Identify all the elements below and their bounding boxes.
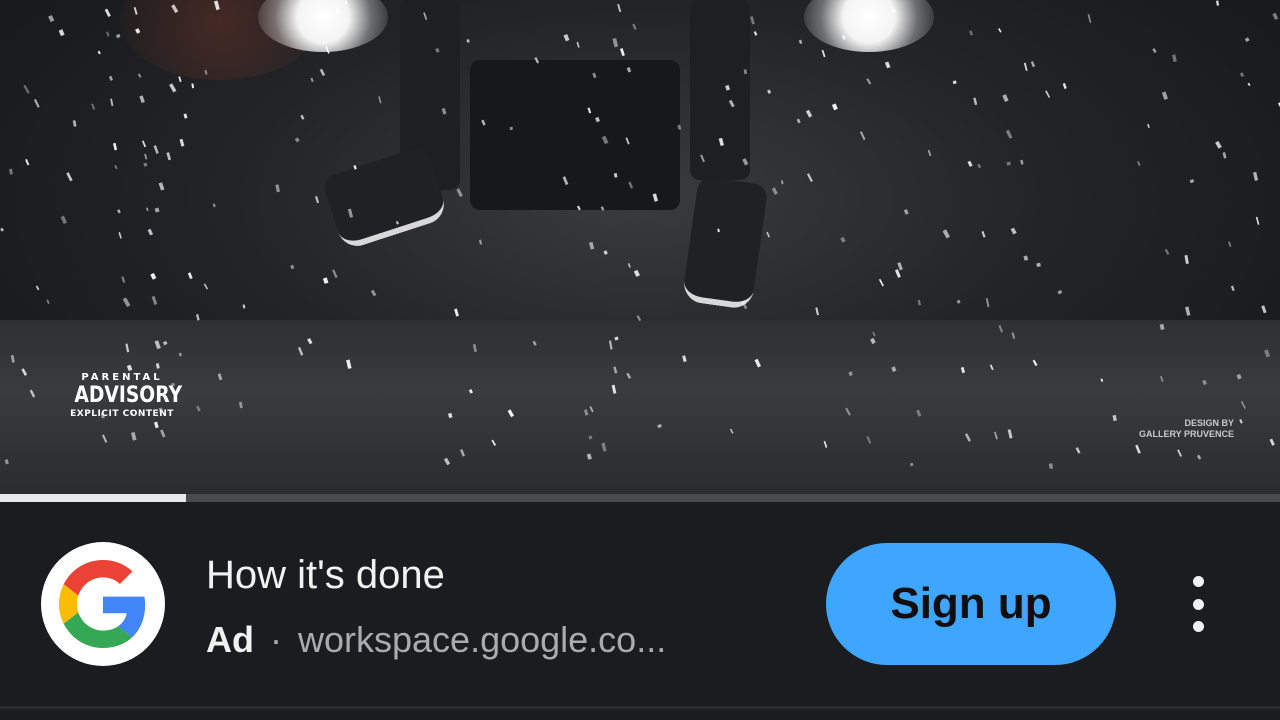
ad-domain[interactable]: workspace.google.co...: [298, 619, 666, 660]
advertiser-logo[interactable]: [41, 542, 165, 666]
credit-line-2: GALLERY PRUVENCE: [1138, 429, 1234, 439]
snow-particles: [0, 0, 1280, 470]
advisory-line-3: EXPLICIT CONTENT: [70, 409, 174, 419]
advisory-line-2: ADVISORY: [74, 383, 183, 408]
ad-badge: Ad: [206, 619, 254, 660]
ad-meta: Ad · workspace.google.co...: [206, 617, 666, 663]
google-g-icon: [59, 560, 146, 648]
credit-line-1: DESIGN BY: [1184, 418, 1234, 428]
video-progress-fill: [0, 494, 186, 502]
parental-advisory-label: PARENTAL ADVISORY EXPLICIT CONTENT: [66, 372, 183, 419]
more-options-button[interactable]: [1176, 572, 1220, 636]
more-vertical-icon: [1192, 576, 1204, 587]
design-credit: DESIGN BY GALLERY PRUVENCE: [1139, 418, 1234, 440]
separator-dot: ·: [270, 619, 282, 660]
sign-up-button[interactable]: Sign up: [826, 543, 1116, 665]
video-progress-bar[interactable]: [0, 494, 1280, 502]
video-player[interactable]: PARENTAL ADVISORY EXPLICIT CONTENT DESIG…: [0, 0, 1280, 497]
divider: [0, 706, 1280, 709]
advisory-line-1: PARENTAL: [81, 372, 163, 383]
ad-title[interactable]: How it's done: [206, 551, 445, 599]
